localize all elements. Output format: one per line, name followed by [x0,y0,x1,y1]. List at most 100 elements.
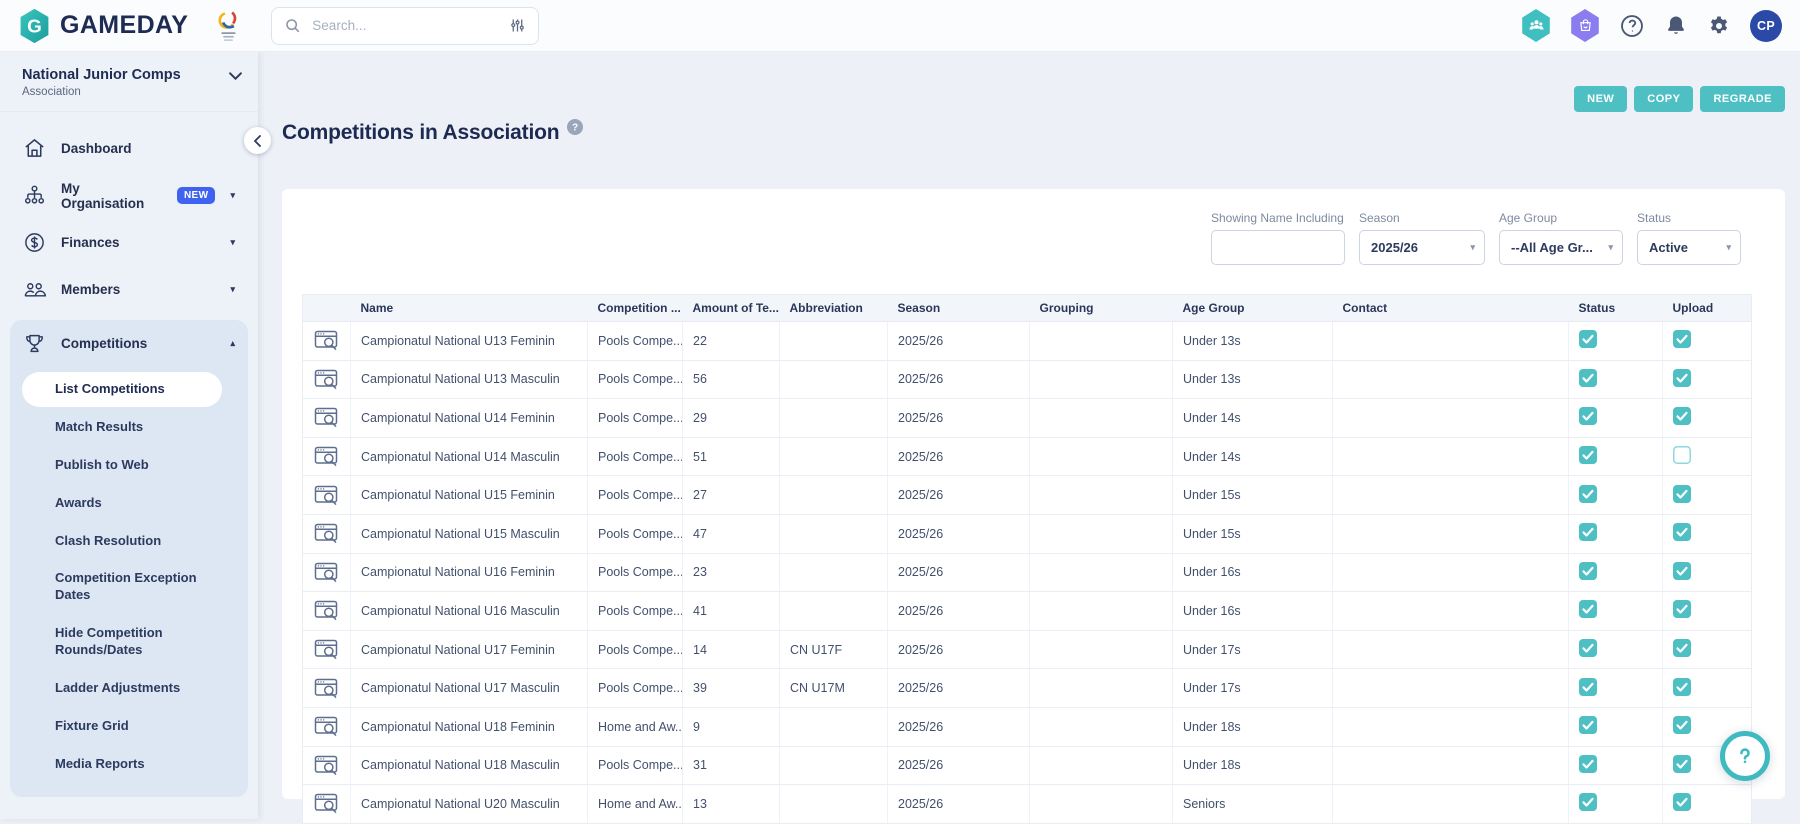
table-row: Campionatul National U16 FemininPools Co… [303,553,1752,592]
column-header-name: Name [351,295,588,322]
help-fab[interactable] [1720,731,1770,781]
view-competition-icon[interactable] [314,755,339,776]
view-competition-icon[interactable] [314,639,339,660]
age-group-select[interactable]: --All Age Gr...▾ [1499,230,1623,265]
status-select[interactable]: Active▾ [1637,230,1741,265]
status-checkbox[interactable] [1579,600,1597,618]
sidebar-item-clash-resolution[interactable]: Clash Resolution [22,524,222,559]
status-checkbox[interactable] [1579,678,1597,696]
view-competition-icon[interactable] [314,369,339,390]
sidebar-item-dashboard[interactable]: Dashboard [10,125,248,172]
upload-checkbox[interactable] [1673,485,1691,503]
cell-name[interactable]: Campionatul National U14 Masculin [351,437,588,476]
view-competition-icon[interactable] [314,793,339,814]
cell-name[interactable]: Campionatul National U16 Masculin [351,592,588,631]
sidebar-item-awards[interactable]: Awards [22,486,222,521]
upload-checkbox[interactable] [1673,446,1691,464]
upload-checkbox[interactable] [1673,600,1691,618]
cell-name[interactable]: Campionatul National U18 Feminin [351,707,588,746]
upload-checkbox[interactable] [1673,716,1691,734]
view-competition-icon[interactable] [314,330,339,351]
cell-name[interactable]: Campionatul National U15 Masculin [351,514,588,553]
status-checkbox[interactable] [1579,716,1597,734]
sidebar-item-competitions[interactable]: Competitions▴ [10,320,248,367]
sidebar-item-list-competitions[interactable]: List Competitions [22,372,222,407]
upload-checkbox[interactable] [1673,369,1691,387]
cell-competition-type: Home and Aw... [588,707,683,746]
cell-name[interactable]: Campionatul National U17 Masculin [351,669,588,708]
season-select[interactable]: 2025/26▾ [1359,230,1485,265]
status-checkbox[interactable] [1579,523,1597,541]
organisation-switcher[interactable]: National Junior Comps Association [0,52,258,112]
cell-status [1569,630,1663,669]
competitions-card: Showing Name IncludingSeason2025/26▾Age … [282,189,1785,799]
search-input[interactable] [310,17,500,34]
title-help-icon[interactable]: ? [567,119,583,135]
help-icon[interactable] [1619,13,1645,39]
status-checkbox[interactable] [1579,755,1597,773]
status-checkbox[interactable] [1579,407,1597,425]
new-button[interactable]: NEW [1574,86,1627,112]
sidebar-collapse-button[interactable] [244,127,271,154]
sidebar-item-publish-to-web[interactable]: Publish to Web [22,448,222,483]
view-competition-icon[interactable] [314,485,339,506]
sidebar-item-finances[interactable]: Finances▾ [10,219,248,266]
cell-grouping [1030,399,1173,438]
user-avatar[interactable]: CP [1750,10,1782,42]
view-competition-icon[interactable] [314,716,339,737]
view-competition-icon[interactable] [314,523,339,544]
cell-name[interactable]: Campionatul National U14 Feminin [351,399,588,438]
upload-checkbox[interactable] [1673,562,1691,580]
notifications-icon[interactable] [1664,14,1688,38]
view-competition-icon[interactable] [314,446,339,467]
status-checkbox[interactable] [1579,562,1597,580]
gameday-logo[interactable]: G GAMEDAY [18,8,188,44]
search-filter-icon[interactable] [509,17,526,34]
cell-competition-type: Pools Compe... [588,592,683,631]
upload-checkbox[interactable] [1673,678,1691,696]
sidebar-item-fixture-grid[interactable]: Fixture Grid [22,709,222,744]
view-competition-icon[interactable] [314,678,339,699]
upload-checkbox[interactable] [1673,793,1691,811]
status-checkbox[interactable] [1579,330,1597,348]
community-icon[interactable] [1521,9,1551,42]
gameday-logo-icon: G [18,8,51,44]
cell-name[interactable]: Campionatul National U13 Masculin [351,360,588,399]
status-checkbox[interactable] [1579,446,1597,464]
cell-name[interactable]: Campionatul National U16 Feminin [351,553,588,592]
upload-checkbox[interactable] [1673,330,1691,348]
cell-name[interactable]: Campionatul National U13 Feminin [351,322,588,361]
view-competition-icon[interactable] [314,407,339,428]
sidebar-item-media-reports[interactable]: Media Reports [22,747,222,782]
cell-name[interactable]: Campionatul National U18 Masculin [351,746,588,785]
table-row: Campionatul National U18 FemininHome and… [303,707,1752,746]
upload-checkbox[interactable] [1673,639,1691,657]
copy-button[interactable]: COPY [1634,86,1693,112]
cell-name[interactable]: Campionatul National U17 Feminin [351,630,588,669]
marketplace-icon[interactable] [1570,9,1600,42]
view-competition-icon[interactable] [314,562,339,583]
cell-season: 2025/26 [888,360,1030,399]
sidebar-item-match-results[interactable]: Match Results [22,410,222,445]
sidebar-item-ladder-adjustments[interactable]: Ladder Adjustments [22,671,222,706]
upload-checkbox[interactable] [1673,755,1691,773]
settings-icon[interactable] [1707,14,1731,38]
cell-amount-of-teams: 29 [683,399,780,438]
upload-checkbox[interactable] [1673,523,1691,541]
regrade-button[interactable]: REGRADE [1700,86,1785,112]
showing-name-including-input[interactable] [1211,230,1345,265]
sidebar-item-competition-exception-dates[interactable]: Competition Exception Dates [22,561,222,613]
sidebar-item-members[interactable]: Members▾ [10,266,248,313]
brand-text: GAMEDAY [60,11,188,40]
status-checkbox[interactable] [1579,485,1597,503]
cell-contact [1333,322,1569,361]
view-competition-icon[interactable] [314,600,339,621]
upload-checkbox[interactable] [1673,407,1691,425]
sidebar-item-my-organisation[interactable]: My OrganisationNEW▾ [10,172,248,219]
status-checkbox[interactable] [1579,793,1597,811]
cell-name[interactable]: Campionatul National U15 Feminin [351,476,588,515]
sidebar-item-hide-competition-rounds-dates[interactable]: Hide Competition Rounds/Dates [22,616,222,668]
cell-name[interactable]: Campionatul National U20 Masculin [351,785,588,824]
status-checkbox[interactable] [1579,369,1597,387]
status-checkbox[interactable] [1579,639,1597,657]
